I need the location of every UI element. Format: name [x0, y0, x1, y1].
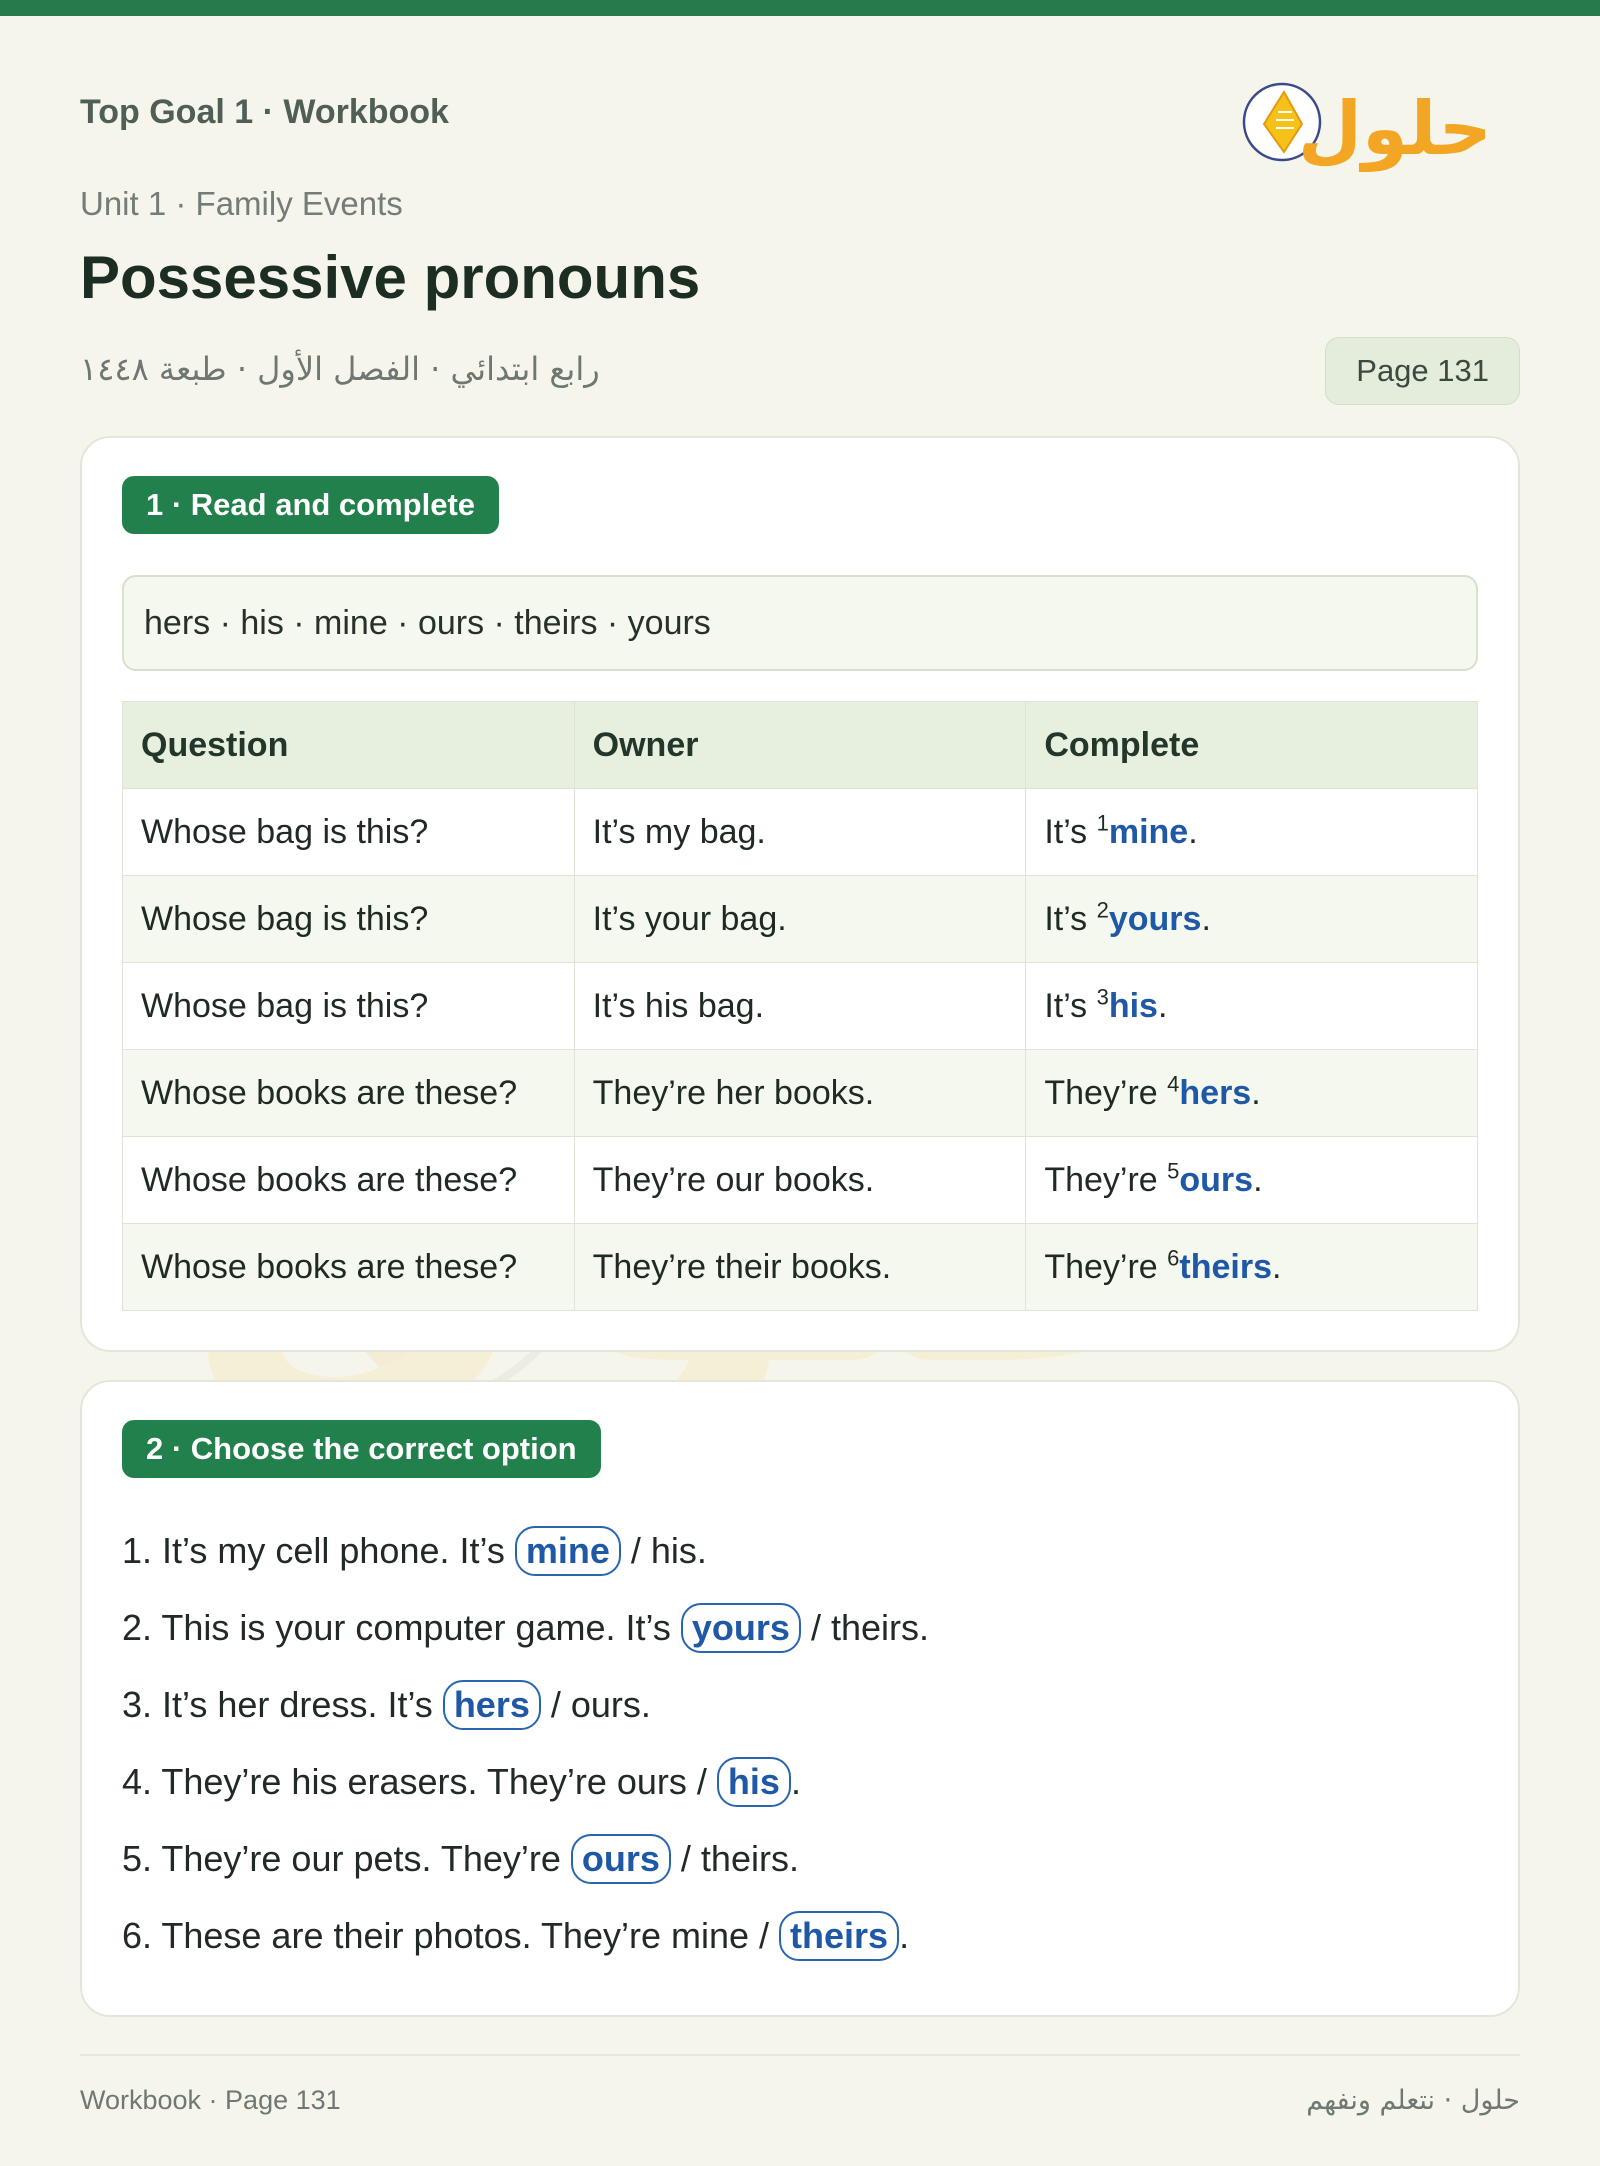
table-row: Whose bag is this? It’s his bag. It’s 3h… [122, 962, 1478, 1050]
word-bank: hers · his · mine · ours · theirs · your… [122, 575, 1478, 671]
logo-text: حلول [1298, 86, 1492, 172]
question-cell: Whose books are these? [122, 1049, 575, 1137]
circled-answer[interactable]: hers [442, 1680, 541, 1730]
complete-prefix: It’s [1044, 986, 1097, 1025]
table-header-row: Question Owner Complete [122, 701, 1478, 789]
gap-number: 1 [1096, 810, 1109, 836]
answer-word: mine [1108, 812, 1189, 851]
gap-number: 5 [1167, 1158, 1180, 1184]
owner-cell: They’re her books. [573, 1049, 1027, 1137]
circled-answer[interactable]: yours [680, 1603, 801, 1653]
footer-divider [80, 2054, 1520, 2056]
answer-word: yours [1108, 899, 1202, 938]
owner-cell: It’s his bag. [573, 962, 1027, 1050]
complete-suffix: . [1157, 986, 1168, 1025]
owner-cell: They’re our books. [573, 1136, 1027, 1224]
options-list: 1. It’s my cell phone. It’s mine / his. … [122, 1512, 1482, 1974]
grade-semester-label: رابع ابتدائي · الفصل الأول · طبعة ١٤٤٨ [80, 350, 600, 388]
table-row: Whose bag is this? It’s my bag. It’s 1mi… [122, 788, 1478, 876]
section-1-badge: 1 · Read and complete [122, 476, 500, 534]
list-item: 3. It’s her dress. It’s hers / ours. [122, 1666, 1482, 1743]
owner-cell: It’s your bag. [573, 875, 1027, 963]
answer-word: ours [1179, 1160, 1254, 1199]
page-title: Possessive pronouns [80, 244, 701, 311]
complete-suffix: . [1253, 1160, 1263, 1199]
sentence-tail: / theirs. [800, 1607, 929, 1648]
column-header-complete: Complete [1025, 701, 1478, 789]
gap-number: 6 [1167, 1245, 1180, 1271]
sentence-lead: 5. They’re our pets. They’re [122, 1838, 571, 1879]
table-row: Whose books are these? They’re our books… [122, 1136, 1478, 1224]
complete-cell: They’re 5ours. [1025, 1136, 1478, 1224]
gap-number: 2 [1096, 897, 1109, 923]
pronoun-table: Question Owner Complete Whose bag is thi… [122, 701, 1478, 1311]
complete-cell: They’re 4hers. [1025, 1049, 1478, 1137]
sentence-tail: . [790, 1761, 801, 1802]
table-row: Whose books are these? They’re their boo… [122, 1223, 1478, 1311]
complete-suffix: . [1251, 1073, 1261, 1112]
book-title: Top Goal 1 · Workbook [80, 93, 449, 131]
complete-prefix: It’s [1044, 812, 1097, 851]
sentence-lead: 2. This is your computer game. It’s [122, 1607, 681, 1648]
sentence-tail: / ours. [540, 1684, 651, 1725]
question-cell: Whose books are these? [122, 1136, 575, 1224]
sentence-tail: / theirs. [670, 1838, 799, 1879]
hulul-logo[interactable]: حلول [1242, 62, 1502, 172]
exercise-read-and-complete: 1 · Read and complete hers · his · mine … [80, 436, 1520, 1352]
question-cell: Whose bag is this? [122, 788, 575, 876]
complete-prefix: They’re [1044, 1073, 1168, 1112]
column-header-owner: Owner [573, 701, 1027, 789]
footer-brand-tagline: حلول · نتعلم ونفهم [1306, 2085, 1520, 2116]
complete-cell: They’re 6theirs. [1025, 1223, 1478, 1311]
gap-number: 4 [1167, 1071, 1180, 1097]
sentence-lead: 6. These are their photos. They’re mine … [122, 1915, 780, 1956]
circled-answer[interactable]: theirs [779, 1911, 900, 1961]
answer-word: hers [1179, 1073, 1252, 1112]
table-row: Whose books are these? They’re her books… [122, 1049, 1478, 1137]
question-cell: Whose bag is this? [122, 962, 575, 1050]
owner-cell: They’re their books. [573, 1223, 1027, 1311]
list-item: 6. These are their photos. They’re mine … [122, 1897, 1482, 1974]
sentence-lead: 4. They’re his erasers. They’re ours / [122, 1761, 717, 1802]
owner-cell: It’s my bag. [573, 788, 1027, 876]
complete-prefix: They’re [1044, 1160, 1168, 1199]
sentence-lead: 1. It’s my cell phone. It’s [122, 1530, 515, 1571]
gap-number: 3 [1096, 984, 1109, 1010]
complete-suffix: . [1188, 812, 1198, 851]
answer-word: theirs [1179, 1247, 1272, 1286]
unit-label: Unit 1 · Family Events [80, 185, 403, 222]
list-item: 1. It’s my cell phone. It’s mine / his. [122, 1512, 1482, 1589]
complete-suffix: . [1201, 899, 1211, 938]
complete-cell: It’s 2yours. [1025, 875, 1478, 963]
question-cell: Whose bag is this? [122, 875, 575, 963]
sentence-tail: / his. [620, 1530, 707, 1571]
exercise-choose-correct-option: 2 · Choose the correct option 1. It’s my… [80, 1380, 1520, 2017]
page-header: Top Goal 1 · Workbook Unit 1 · Family Ev… [80, 0, 1520, 440]
list-item: 2. This is your computer game. It’s your… [122, 1589, 1482, 1666]
circled-answer[interactable]: his [716, 1757, 791, 1807]
complete-cell: It’s 3his. [1025, 962, 1478, 1050]
complete-cell: It’s 1mine. [1025, 788, 1478, 876]
complete-prefix: They’re [1044, 1247, 1168, 1286]
circled-answer[interactable]: ours [570, 1834, 671, 1884]
sentence-tail: . [899, 1915, 910, 1956]
complete-prefix: It’s [1044, 899, 1097, 938]
page-number-badge: Page 131 [1325, 337, 1520, 405]
answer-word: his [1108, 986, 1158, 1025]
list-item: 5. They’re our pets. They’re ours / thei… [122, 1820, 1482, 1897]
list-item: 4. They’re his erasers. They’re ours / h… [122, 1743, 1482, 1820]
complete-suffix: . [1271, 1247, 1282, 1286]
footer-page-label: Workbook · Page 131 [80, 2085, 341, 2115]
section-2-badge: 2 · Choose the correct option [122, 1420, 601, 1478]
table-row: Whose bag is this? It’s your bag. It’s 2… [122, 875, 1478, 963]
column-header-question: Question [122, 701, 575, 789]
question-cell: Whose books are these? [122, 1223, 575, 1311]
circled-answer[interactable]: mine [514, 1526, 621, 1576]
sentence-lead: 3. It’s her dress. It’s [122, 1684, 443, 1725]
